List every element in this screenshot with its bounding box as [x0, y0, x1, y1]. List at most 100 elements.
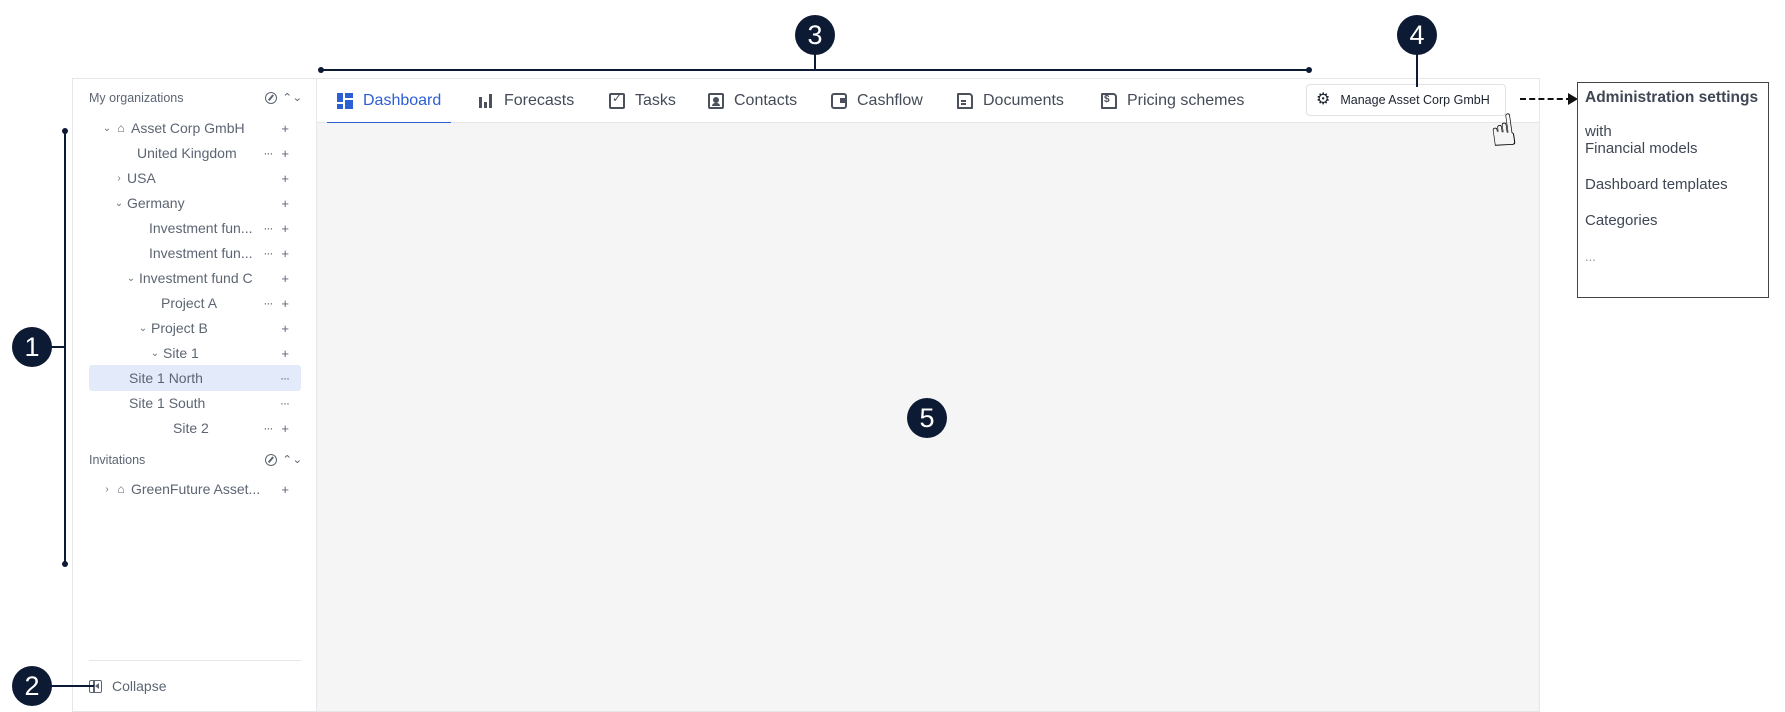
tree-item[interactable]: ⌄ Site 1 + — [89, 340, 301, 366]
add-child-icon[interactable]: + — [281, 421, 289, 436]
wallet-icon — [831, 93, 847, 109]
tree-item-label: Investment fund C — [139, 270, 253, 286]
admin-item-dashboard-templates[interactable]: Dashboard templates — [1585, 176, 1761, 193]
tree-item-label: Germany — [127, 195, 185, 211]
tab-label: Dashboard — [363, 92, 442, 109]
tree-item[interactable]: › USA + — [89, 165, 301, 191]
tab-pricing-schemes[interactable]: Pricing schemes — [1101, 79, 1244, 123]
expand-collapse-icon[interactable]: ⌃⌄ — [282, 455, 302, 466]
tab-label: Cashflow — [857, 92, 923, 109]
tree-item[interactable]: Project A ··· + — [89, 290, 301, 316]
add-child-icon[interactable]: + — [281, 196, 289, 211]
more-options-icon[interactable]: ··· — [263, 296, 273, 310]
callout-badge-3: 3 — [795, 15, 835, 55]
organizations-label: My organizations — [89, 91, 184, 105]
add-child-icon[interactable]: + — [281, 171, 289, 186]
tree-item[interactable]: ⌄ Germany + — [89, 190, 301, 216]
gear-icon: ⚙ — [1316, 91, 1331, 108]
pricing-doc-icon — [1101, 93, 1117, 109]
tree-item-label: Asset Corp GmbH — [131, 120, 245, 136]
more-options-icon[interactable]: ··· — [263, 246, 273, 260]
tab-label: Pricing schemes — [1127, 92, 1245, 109]
chevron-down-icon[interactable]: ⌄ — [101, 123, 113, 134]
compass-icon[interactable] — [264, 454, 277, 466]
add-child-icon[interactable]: + — [281, 146, 289, 161]
sidebar-divider — [89, 660, 301, 661]
admin-item-categories[interactable]: Categories — [1585, 212, 1761, 229]
tab-tasks[interactable]: Tasks — [609, 79, 676, 123]
tree-item-actions: ··· + — [263, 215, 289, 241]
callout-2-connector — [50, 685, 94, 687]
tree-item-actions: + — [281, 476, 289, 502]
tree-item-actions: + — [281, 190, 289, 216]
more-options-icon[interactable]: ··· — [263, 421, 273, 435]
compass-icon[interactable] — [264, 92, 277, 104]
tree-item-label: USA — [127, 170, 156, 186]
tree-item-actions: + — [281, 115, 289, 141]
add-child-icon[interactable]: + — [281, 121, 289, 136]
tab-contacts[interactable]: Contacts — [708, 79, 797, 123]
tab-dashboard[interactable]: Dashboard — [326, 79, 452, 124]
callout-1-endpoint — [62, 128, 68, 134]
tree-item[interactable]: United Kingdom ··· + — [89, 140, 301, 166]
app-window: My organizations ⌃⌄ ⌄ ⌂ Asset Corp GmbH + Un… — [72, 78, 1540, 712]
add-child-icon[interactable]: + — [281, 271, 289, 286]
add-child-icon[interactable]: + — [281, 482, 289, 497]
callout-badge-1: 1 — [12, 327, 52, 367]
tree-item-actions: + — [281, 265, 289, 291]
tab-label: Forecasts — [504, 92, 575, 109]
add-child-icon[interactable]: + — [281, 321, 289, 336]
chevron-right-icon[interactable]: › — [101, 484, 113, 495]
bar-chart-icon — [478, 93, 494, 109]
chevron-down-icon[interactable]: ⌄ — [113, 198, 125, 209]
task-check-icon — [609, 91, 625, 109]
tree-item[interactable]: Site 2 ··· + — [89, 415, 301, 441]
tree-item-actions: + — [281, 165, 289, 191]
collapse-label: Collapse — [112, 678, 167, 694]
tab-cashflow[interactable]: Cashflow — [831, 79, 923, 123]
chevron-right-icon[interactable]: › — [113, 173, 125, 184]
home-icon: ⌂ — [117, 121, 125, 135]
chevron-down-icon[interactable]: ⌄ — [125, 273, 137, 284]
manage-organization-button[interactable]: ⚙ Manage Asset Corp GmbH — [1306, 84, 1506, 116]
chevron-down-icon[interactable]: ⌄ — [149, 348, 161, 359]
admin-panel-title: Administration settings — [1585, 89, 1759, 106]
tree-item[interactable]: ⌄ ⌂ Asset Corp GmbH + — [89, 115, 301, 141]
add-child-icon[interactable]: + — [281, 296, 289, 311]
invitations-header: Invitations ⌃⌄ — [89, 450, 302, 470]
tree-item-label: Project A — [161, 295, 218, 311]
add-child-icon[interactable]: + — [281, 221, 289, 236]
tab-documents[interactable]: Documents — [957, 79, 1064, 123]
more-options-icon[interactable]: ··· — [263, 221, 273, 235]
tree-item[interactable]: › ⌂ GreenFuture Asset... + — [89, 476, 301, 502]
callout-3-endpoint — [1306, 67, 1312, 73]
tab-forecasts[interactable]: Forecasts — [478, 79, 574, 123]
callout-3-endpoint — [318, 67, 324, 73]
tree-item-selected[interactable]: Site 1 North ··· — [89, 365, 301, 391]
tree-item-label: Site 1 North — [129, 370, 203, 386]
tree-item-actions: ··· + — [263, 290, 289, 316]
tree-item-label: Site 2 — [173, 420, 209, 436]
tree-item-actions: + — [281, 315, 289, 341]
collapse-button[interactable]: Collapse — [89, 675, 166, 697]
tree-item-actions: ··· + — [263, 140, 289, 166]
tree-item-actions: ··· — [280, 390, 290, 416]
tree-item[interactable]: Investment fun... ··· + — [89, 215, 301, 241]
more-options-icon[interactable]: ··· — [263, 146, 273, 160]
add-child-icon[interactable]: + — [281, 346, 289, 361]
callout-badge-5: 5 — [907, 398, 947, 438]
tree-item-label: GreenFuture Asset... — [131, 481, 261, 497]
tree-item[interactable]: ⌄ Project B + — [89, 315, 301, 341]
tree-item[interactable]: ⌄ Investment fund C + — [89, 265, 301, 291]
admin-more-ellipsis: ... — [1585, 249, 1596, 264]
organizations-header: My organizations ⌃⌄ — [89, 88, 302, 108]
chevron-down-icon[interactable]: ⌄ — [137, 323, 149, 334]
more-options-icon[interactable]: ··· — [280, 371, 290, 385]
expand-collapse-icon[interactable]: ⌃⌄ — [282, 93, 302, 104]
admin-item-financial-models[interactable]: Financial models — [1585, 140, 1761, 157]
callout-badge-2: 2 — [12, 666, 52, 706]
add-child-icon[interactable]: + — [281, 246, 289, 261]
more-options-icon[interactable]: ··· — [280, 396, 290, 410]
tree-item[interactable]: Investment fun... ··· + — [89, 240, 301, 266]
tree-item[interactable]: Site 1 South ··· — [89, 390, 301, 416]
